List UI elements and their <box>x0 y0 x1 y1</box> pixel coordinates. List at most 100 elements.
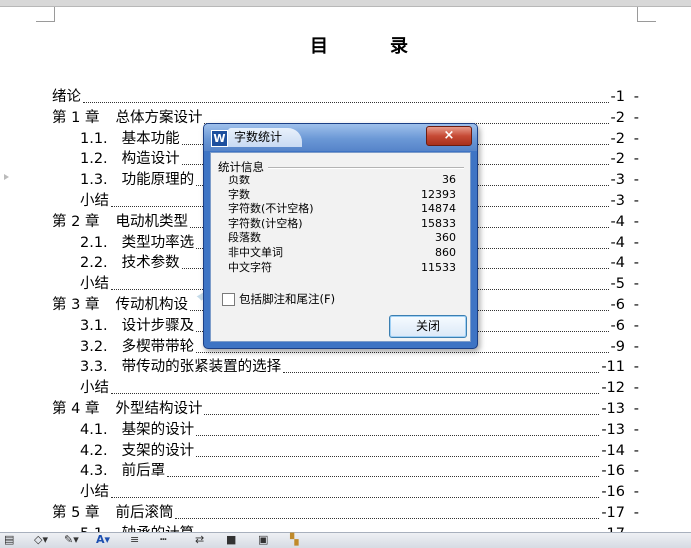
close-button[interactable]: 关闭 <box>389 315 467 338</box>
toc-entry-number: 3.2. <box>80 338 108 355</box>
toc-entry-title: 基本功能 <box>121 130 180 147</box>
toc-entry-number: 第 2 章 <box>52 213 100 230</box>
toc-entry-number: 1.3. <box>80 172 108 189</box>
toc-entry[interactable]: 小结 - 12- <box>80 376 639 397</box>
toc-entry-title: 小结 <box>80 276 109 293</box>
toc-entry-number: 1.2. <box>80 151 108 168</box>
toc-entry-page: 2 <box>615 151 625 168</box>
toc-entry-number: 2.2. <box>80 255 108 272</box>
toc-entry-page: 4 <box>615 213 625 230</box>
toc-entry[interactable]: 第 4 章外型结构设计 - 13- <box>52 397 639 418</box>
toc-leader-dots <box>175 517 600 519</box>
toc-entry-title: 传动机构设 <box>115 297 188 313</box>
toc-page-dash: - <box>633 380 639 397</box>
toc-entry-number: 第 1 章 <box>52 109 100 126</box>
toc-entry-title: 多楔带带轮 <box>121 338 195 355</box>
drawing-toolbar: ▤ ◇▾ ✎▾ A▾ ≡ ┅ ⇄ ■ ▣ ▚ <box>0 532 691 548</box>
toc-page-dash: - <box>633 89 639 105</box>
toc-entry-page: 3 <box>615 172 625 189</box>
toc-entry-title: 构造设计 <box>121 151 180 168</box>
stat-row: 字符数(计空格) 15833 <box>228 216 456 231</box>
3d-style-icon[interactable]: ▣ <box>258 534 268 546</box>
toc-page-dash: - <box>633 109 639 126</box>
toc-page-dash: - <box>633 421 639 438</box>
stat-label: 非中文单词 <box>228 246 283 259</box>
include-footnotes-checkbox[interactable] <box>222 293 235 306</box>
toc-entry-page: 13 <box>606 401 625 417</box>
dialog-body: 统计信息 页数 36 字数 12393 字符数(不计空格) 14874 字符数(计空格) 15… <box>210 152 471 342</box>
shadow-icon[interactable]: ■ <box>226 534 236 546</box>
toc-page-dash: - <box>633 359 639 376</box>
toc-leader-dots <box>283 371 600 374</box>
toc-entry-page: 4 <box>615 255 625 272</box>
toc-entry-title: 设计步骤及 <box>121 317 195 334</box>
word-count-dialog: W 字数统计 × 统计信息 页数 36 字数 12393 字符数(不计空格) 14874 字… <box>203 123 478 349</box>
line-color-icon[interactable]: ✎▾ <box>64 534 79 546</box>
toc-leader-dots <box>111 392 600 395</box>
stat-label: 字符数(不计空格) <box>228 202 314 216</box>
stat-row: 段落数 360 <box>228 230 456 245</box>
close-icon[interactable]: × <box>426 126 472 146</box>
dialog-title: 字数统计 <box>228 128 303 147</box>
toc-entry-title: 电动机类型 <box>115 213 188 230</box>
font-color-icon[interactable]: A▾ <box>96 534 110 546</box>
toc-page-dash: - <box>633 213 639 230</box>
toc-entry-page: 4 <box>615 234 625 251</box>
include-footnotes-label[interactable]: 包括脚注和尾注(F) <box>239 291 335 307</box>
toc-entry-number: 第 5 章 <box>52 505 100 521</box>
toc-entry-title: 总体方案设计 <box>115 109 203 126</box>
toc-entry-page: 1 <box>615 89 625 105</box>
toc-entry-number: 第 3 章 <box>52 297 100 313</box>
toc-entry-title: 带传动的张紧装置的选择 <box>121 359 282 376</box>
toc-entry-page: 6 <box>615 297 625 313</box>
stat-label: 中文字符 <box>228 260 272 274</box>
toc-page-dash: - <box>633 151 639 168</box>
toc-entry[interactable]: 3.3. 带传动的张紧装置的选择 - 11- <box>80 355 639 376</box>
toc-entry[interactable]: 4.2. 支架的设计 - 14- <box>80 439 639 460</box>
toc-entry-number: 3.3. <box>80 359 108 376</box>
toc-entry-number: 3.1. <box>80 317 108 334</box>
toc-page-dash: - <box>633 255 639 272</box>
toc-entry-number: 4.3. <box>80 463 108 480</box>
toc-entry[interactable]: 绪论 - 1- <box>52 85 639 106</box>
stat-value: 15833 <box>421 216 456 230</box>
toc-entry[interactable]: 4.1. 基架的设计 - 13- <box>80 418 639 439</box>
toc-entry-title: 支架的设计 <box>121 442 195 459</box>
toc-page-dash: - <box>633 130 639 147</box>
toc-entry-title: 功能原理的 <box>121 172 195 189</box>
toc-entry-title: 前后滚筒 <box>115 505 174 521</box>
toc-entry-number: 4.2. <box>80 442 108 459</box>
clipart-icon[interactable]: ▚ <box>290 534 298 546</box>
toc-entry-page: 6 <box>615 317 625 334</box>
stat-row: 字符数(不计空格) 14874 <box>228 201 456 216</box>
dash-style-icon[interactable]: ┅ <box>160 534 167 546</box>
toc-entry-title: 基架的设计 <box>121 421 195 438</box>
toc-entry-page: 3 <box>615 193 625 209</box>
line-style-icon[interactable]: ≡ <box>130 534 139 546</box>
toc-entry-page: 2 <box>615 130 625 147</box>
text-box-icon[interactable]: ▤ <box>4 534 14 546</box>
toc-entry-title: 外型结构设计 <box>115 401 203 417</box>
toc-page-dash: - <box>633 297 639 313</box>
toc-entry[interactable]: 5.1.轴承的计算- 17- <box>80 522 639 532</box>
toc-page-dash: - <box>633 505 639 521</box>
stat-label: 字数 <box>228 187 250 201</box>
toc-entry-page: 11 <box>606 359 625 376</box>
toc-entry-page: 16 <box>606 463 625 480</box>
fill-color-icon[interactable]: ◇▾ <box>34 534 48 546</box>
toc-entry-page: 2 <box>615 109 625 126</box>
toc-entry-number: 4.1. <box>80 421 108 438</box>
toc-entry-title: 技术参数 <box>121 255 180 272</box>
stats-group-label: 统计信息 <box>218 159 268 175</box>
arrow-style-icon[interactable]: ⇄ <box>195 534 204 546</box>
dialog-titlebar[interactable]: W 字数统计 × <box>204 124 477 151</box>
toc-leader-dots <box>111 496 600 499</box>
toc-leader-dots <box>204 413 600 415</box>
toc-entry[interactable]: 第 5 章前后滚筒 - 17- <box>52 501 639 522</box>
toc-entry-page: 12 <box>606 380 625 397</box>
toc-entry[interactable]: 4.3. 前后罩 - 16- <box>80 459 639 480</box>
toc-entry-page: 5 <box>615 276 625 293</box>
toc-entry[interactable]: 小结 - 16- <box>80 480 639 501</box>
toc-entry-number: 第 4 章 <box>52 401 100 417</box>
stat-value: 14874 <box>421 202 456 216</box>
